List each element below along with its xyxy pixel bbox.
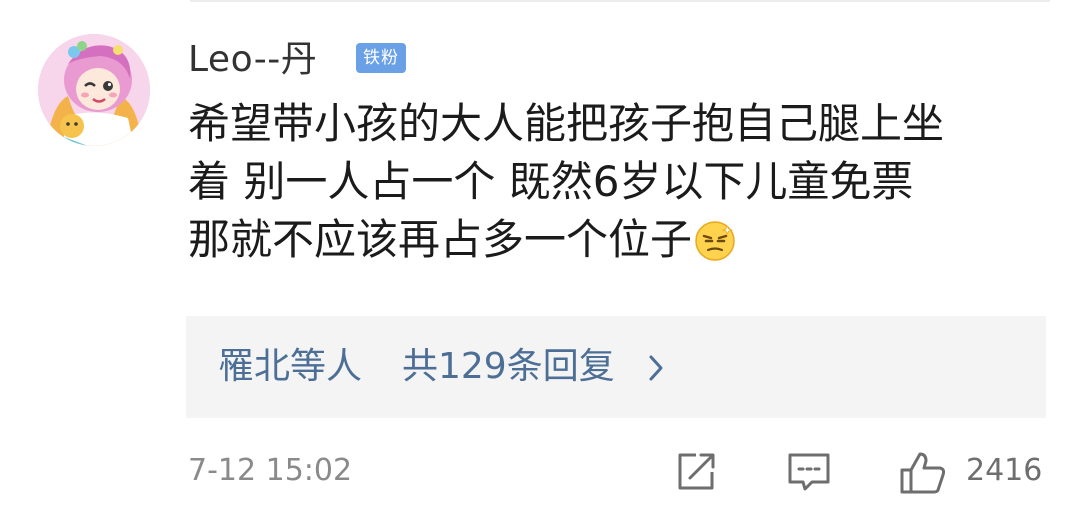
- replies-names-link[interactable]: 罹北等人: [218, 344, 362, 390]
- comment-line: 希望带小孩的大人能把孩子抱自己腿上坐: [188, 99, 945, 148]
- like-button[interactable]: [898, 450, 948, 500]
- avatar[interactable]: [38, 34, 150, 146]
- comment-timestamp: 7-12 15:02: [188, 453, 353, 488]
- smirk-emoji-icon: [694, 219, 736, 277]
- comment-line-text: 那就不应该再占多一个位子: [188, 215, 693, 264]
- reply-button[interactable]: [786, 450, 832, 498]
- comment-line: 着 别一人占一个 既然6岁以下儿童免票: [188, 157, 914, 206]
- comment-icon: [788, 453, 830, 491]
- thumbs-up-icon: [900, 452, 946, 494]
- divider: [190, 0, 1050, 2]
- username[interactable]: Leo--丹: [188, 38, 317, 82]
- comment-line: 那就不应该再占多一个位子: [188, 211, 1058, 277]
- replies-preview[interactable]: 罹北等人 共129条回复: [186, 316, 1046, 418]
- replies-count-link[interactable]: 共129条回复: [402, 344, 615, 390]
- comment-text: 希望带小孩的大人能把孩子抱自己腿上坐 着 别一人占一个 既然6岁以下儿童免票 那…: [188, 95, 1058, 277]
- like-count: 2416: [966, 453, 1043, 488]
- share-button[interactable]: [674, 450, 718, 498]
- chevron-right-icon: [648, 354, 664, 386]
- fan-badge: 铁粉: [356, 43, 406, 73]
- avatar-illustration: [38, 34, 150, 146]
- share-icon: [678, 453, 715, 490]
- weibo-comment-card: Leo--丹 铁粉 希望带小孩的大人能把孩子抱自己腿上坐 着 别一人占一个 既然…: [0, 0, 1080, 511]
